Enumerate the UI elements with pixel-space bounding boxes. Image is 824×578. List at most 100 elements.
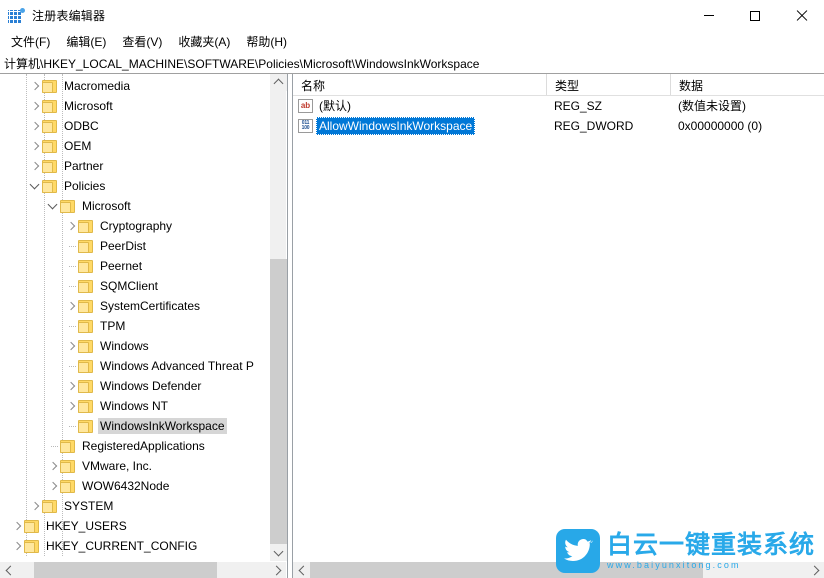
value-name: AllowWindowsInkWorkspace [316, 117, 476, 135]
tree-horizontal-scroll-thumb[interactable] [34, 562, 218, 578]
scroll-up-button[interactable] [270, 74, 287, 91]
values-column-headers: 名称 类型 数据 [293, 74, 824, 96]
scroll-right-button[interactable] [269, 562, 286, 578]
chevron-right-icon[interactable] [62, 336, 78, 356]
tree-item-label: Cryptography [100, 219, 173, 233]
tree-item-label: Microsoft [82, 199, 131, 213]
menu-view[interactable]: 查看(V) [114, 31, 170, 53]
column-header-type[interactable]: 类型 [546, 74, 670, 95]
chevron-right-icon[interactable] [44, 456, 60, 476]
tree-item[interactable]: WOW6432Node [0, 476, 269, 496]
folder-icon [42, 139, 57, 153]
folder-icon [78, 219, 93, 233]
tree-item[interactable]: TPM [0, 316, 269, 336]
tree-horizontal-scrollbar[interactable] [0, 561, 286, 578]
column-header-data[interactable]: 数据 [670, 74, 824, 95]
tree-item[interactable]: HKEY_CURRENT_CONFIG [0, 536, 269, 556]
tree-item[interactable]: Microsoft [0, 96, 269, 116]
folder-icon [60, 459, 75, 473]
folder-icon [78, 399, 93, 413]
tree-item-selected[interactable]: WindowsInkWorkspace [0, 416, 269, 436]
chevron-right-icon[interactable] [26, 496, 42, 516]
folder-icon [78, 299, 93, 313]
chevron-down-icon[interactable] [44, 196, 60, 216]
tree-item[interactable]: SYSTEM [0, 496, 269, 516]
address-bar[interactable]: 计算机\HKEY_LOCAL_MACHINE\SOFTWARE\Policies… [0, 53, 824, 74]
tree-item[interactable]: OEM [0, 136, 269, 156]
tree-item[interactable]: SQMClient [0, 276, 269, 296]
scroll-left-button[interactable] [293, 562, 310, 578]
scroll-down-button[interactable] [270, 544, 287, 561]
value-row[interactable]: 011 100 AllowWindowsInkWorkspace REG_DWORD 0… [293, 116, 824, 136]
folder-icon [42, 499, 57, 513]
minimize-button[interactable] [686, 0, 732, 31]
chevron-left-icon [298, 565, 308, 576]
tree-item[interactable]: Macromedia [0, 76, 269, 96]
tree-item[interactable]: Peernet [0, 256, 269, 276]
tree-item-label: OEM [64, 139, 92, 153]
tree-item[interactable]: PeerDist [0, 236, 269, 256]
tree-item[interactable]: Windows [0, 336, 269, 356]
tree-item[interactable]: HKEY_USERS [0, 516, 269, 536]
tree-item-label: Windows Advanced Threat P [100, 359, 254, 373]
tree-item[interactable]: Windows NT [0, 396, 269, 416]
tree-item-label: WOW6432Node [82, 479, 170, 493]
folder-icon [78, 419, 93, 433]
scroll-right-button[interactable] [807, 562, 824, 578]
column-header-name[interactable]: 名称 [293, 74, 546, 95]
value-data: 0x00000000 (0) [678, 119, 763, 133]
tree-item[interactable]: RegisteredApplications [0, 436, 269, 456]
tree-item[interactable]: VMware, Inc. [0, 456, 269, 476]
chevron-right-icon[interactable] [62, 396, 78, 416]
menu-favorites[interactable]: 收藏夹(A) [170, 31, 238, 53]
tree-item[interactable]: Microsoft [0, 196, 269, 216]
chevron-right-icon[interactable] [26, 76, 42, 96]
maximize-button[interactable] [732, 0, 778, 31]
tree-item[interactable]: Windows Defender [0, 376, 269, 396]
registry-tree-pane: Macromedia Microsoft ODBC OEM Partner Policie… [0, 74, 287, 578]
folder-icon [42, 99, 57, 113]
content-area: Macromedia Microsoft ODBC OEM Partner Policie… [0, 74, 824, 578]
registry-path: 计算机\HKEY_LOCAL_MACHINE\SOFTWARE\Policies… [4, 56, 480, 71]
tree-item[interactable]: ODBC [0, 116, 269, 136]
tree-item-label: PeerDist [100, 239, 147, 253]
tree-item[interactable]: Windows Advanced Threat P [0, 356, 269, 376]
close-button[interactable] [778, 0, 824, 31]
tree-item[interactable]: Policies [0, 176, 269, 196]
values-horizontal-scroll-thumb[interactable] [310, 562, 703, 578]
tree-item[interactable]: Cryptography [0, 216, 269, 236]
chevron-right-icon[interactable] [26, 96, 42, 116]
tree-leaf-connector-icon [62, 416, 78, 436]
chevron-right-icon[interactable] [62, 296, 78, 316]
chevron-right-icon[interactable] [44, 476, 60, 496]
chevron-right-icon[interactable] [62, 376, 78, 396]
tree-vertical-scroll-thumb[interactable] [270, 259, 287, 561]
values-horizontal-scrollbar[interactable] [293, 561, 824, 578]
values-scrollport: 名称 类型 数据 ab (默认) REG_SZ (数值未设置) 011 100 AllowW… [293, 74, 824, 561]
value-name-cell: 011 100 AllowWindowsInkWorkspace [293, 117, 546, 135]
tree-vertical-scrollbar[interactable] [269, 74, 287, 561]
tree-item[interactable]: Partner [0, 156, 269, 176]
value-name-cell: ab (默认) [293, 97, 546, 115]
menu-file[interactable]: 文件(F) [3, 31, 58, 53]
chevron-right-icon[interactable] [8, 516, 24, 536]
chevron-down-icon[interactable] [26, 176, 42, 196]
tree-item-label: HKEY_CURRENT_CONFIG [46, 539, 198, 553]
tree-item-label: Peernet [100, 259, 143, 273]
value-data: (数值未设置) [678, 99, 746, 113]
chevron-right-icon[interactable] [8, 536, 24, 556]
value-row[interactable]: ab (默认) REG_SZ (数值未设置) [293, 96, 824, 116]
chevron-up-icon [273, 78, 284, 89]
tree-item-label: Policies [64, 179, 106, 193]
tree-leaf-connector-icon [44, 436, 60, 456]
tree-item-label: RegisteredApplications [82, 439, 205, 453]
chevron-right-icon[interactable] [26, 116, 42, 136]
menu-help[interactable]: 帮助(H) [238, 31, 295, 53]
chevron-right-icon[interactable] [26, 136, 42, 156]
tree-item[interactable]: SystemCertificates [0, 296, 269, 316]
scroll-left-button[interactable] [0, 562, 17, 578]
chevron-right-icon[interactable] [26, 156, 42, 176]
menu-edit[interactable]: 编辑(E) [58, 31, 114, 53]
folder-icon [24, 519, 39, 533]
chevron-right-icon[interactable] [62, 216, 78, 236]
